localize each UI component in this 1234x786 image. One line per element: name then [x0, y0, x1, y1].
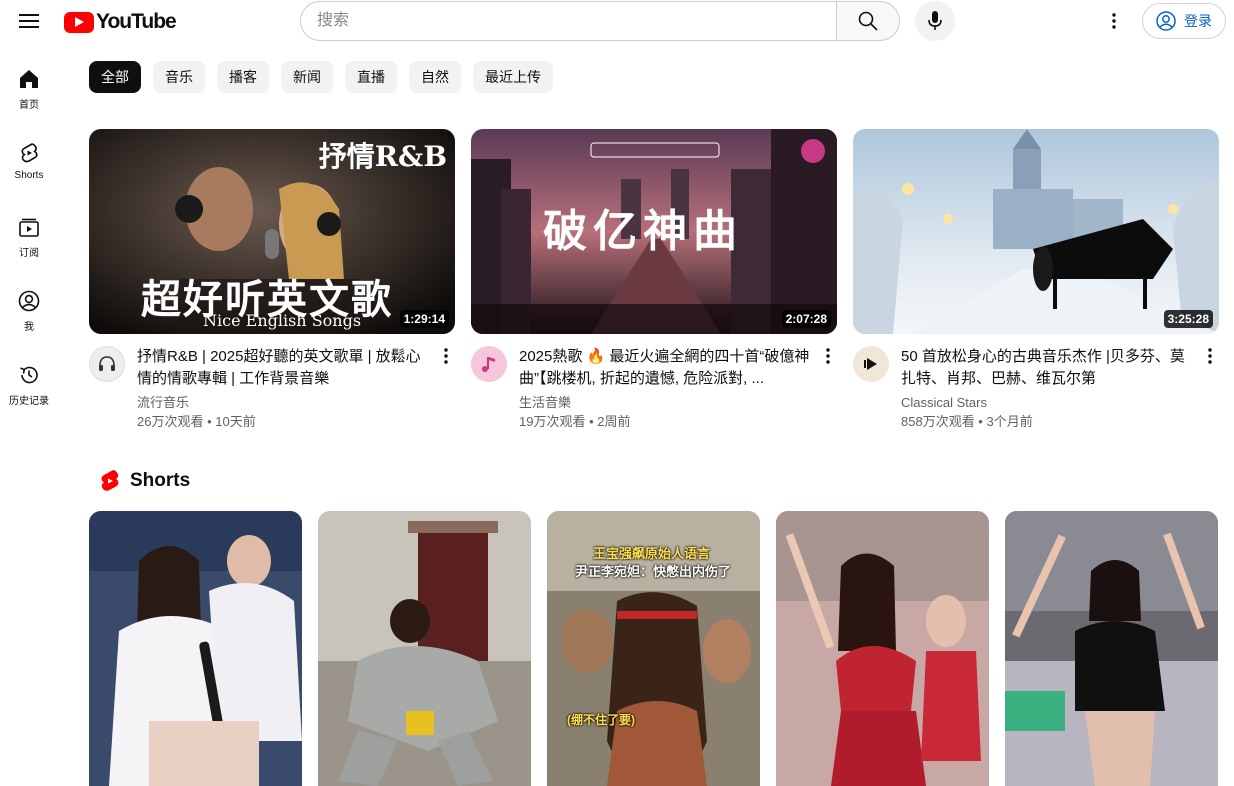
channel-name[interactable]: Classical Stars: [901, 394, 1197, 412]
video-meta: 858万次观看 • 3个月前: [901, 414, 1033, 429]
short-card[interactable]: [318, 511, 531, 786]
search-bar: [300, 1, 900, 41]
video-title[interactable]: 50 首放松身心的古典音乐杰作 |贝多芬、莫扎特、肖邦、巴赫、维瓦尔第: [901, 346, 1197, 390]
settings-more-button[interactable]: [1100, 5, 1128, 37]
account-icon: [18, 290, 40, 312]
signin-label: 登录: [1184, 13, 1212, 29]
hamburger-icon: [19, 14, 39, 28]
video-duration: 1:29:14: [399, 310, 449, 328]
video-duration: 3:25:28: [1163, 310, 1213, 328]
voice-search-button[interactable]: [915, 1, 955, 41]
search-icon: [858, 11, 878, 31]
shorts-section-title: Shorts: [130, 470, 191, 491]
youtube-play-icon: [64, 11, 94, 33]
short-card[interactable]: 王宝强飙原始人语言 尹正李宛妲：快憋出内伤了 (绷不住了要): [547, 511, 760, 786]
youtube-logo[interactable]: YouTube: [64, 10, 177, 34]
category-chips: 全部 音乐 播客 新闻 直播 自然 最近上传: [89, 61, 553, 93]
video-card[interactable]: 抒情R&B 超好听英文歌 Nice English Songs 1:29:14 …: [89, 129, 455, 432]
shorts-logo-icon: [101, 470, 119, 491]
video-card[interactable]: 3:25:28 50 首放松身心的古典音乐杰作 |贝多芬、莫扎特、肖邦、巴赫、维…: [853, 129, 1219, 432]
video-duration: 2:07:28: [781, 310, 831, 328]
more-vertical-icon: [1112, 13, 1116, 29]
top-bar: YouTube 登录: [0, 0, 1234, 42]
sidebar-item-home[interactable]: 首页: [0, 60, 58, 134]
search-button[interactable]: [837, 1, 900, 41]
channel-avatar[interactable]: [471, 346, 507, 382]
short-card[interactable]: [776, 511, 989, 786]
play-arrow-icon: [864, 358, 877, 370]
short-caption-2: 尹正李宛妲：快憋出内伤了: [575, 564, 732, 579]
chip-nature[interactable]: 自然: [409, 61, 461, 93]
microphone-icon: [928, 11, 942, 30]
thumbnail-text-sub: Nice English Songs: [203, 311, 362, 330]
sidebar: 首页 Shorts 订阅 我 历史记录: [0, 60, 58, 430]
video-thumbnail[interactable]: 3:25:28: [853, 129, 1219, 334]
video-menu-button[interactable]: [1201, 346, 1219, 366]
more-vertical-icon: [444, 348, 448, 364]
logo-text: YouTube: [96, 10, 177, 33]
headphones-icon: [99, 356, 115, 371]
video-card[interactable]: 破亿神曲 2:07:28 2025熱歌 🔥 最近火遍全網的四十首“破億神曲”【跳…: [471, 129, 837, 432]
sidebar-item-shorts[interactable]: Shorts: [0, 134, 58, 208]
chip-news[interactable]: 新闻: [281, 61, 333, 93]
video-meta: 26万次观看 • 10天前: [137, 414, 256, 429]
video-thumbnail[interactable]: 破亿神曲 2:07:28: [471, 129, 837, 334]
more-vertical-icon: [1208, 348, 1212, 364]
short-card[interactable]: [89, 511, 302, 786]
music-note-icon: [482, 357, 495, 372]
search-input[interactable]: [300, 1, 837, 41]
sidebar-item-label: 历史记录: [9, 396, 49, 407]
chip-all[interactable]: 全部: [89, 61, 141, 93]
sidebar-item-label: Shorts: [14, 170, 44, 181]
video-menu-button[interactable]: [819, 346, 837, 366]
chip-live[interactable]: 直播: [345, 61, 397, 93]
more-vertical-icon: [826, 348, 830, 364]
short-caption-3: (绷不住了要): [567, 713, 635, 727]
account-circle-icon: [1156, 11, 1176, 31]
shorts-section-header: Shorts: [100, 469, 190, 493]
channel-avatar[interactable]: [853, 346, 889, 382]
sidebar-item-label: 首页: [19, 100, 39, 111]
sidebar-item-label: 订阅: [19, 248, 39, 259]
sidebar-item-label: 我: [24, 322, 34, 333]
sidebar-item-subscriptions[interactable]: 订阅: [0, 208, 58, 282]
chip-music[interactable]: 音乐: [153, 61, 205, 93]
chip-recently-uploaded[interactable]: 最近上传: [473, 61, 553, 93]
shorts-row: 王宝强飙原始人语言 尹正李宛妲：快憋出内伤了 (绷不住了要): [89, 511, 1218, 786]
channel-name[interactable]: 流行音乐: [137, 394, 433, 412]
channel-avatar[interactable]: [89, 346, 125, 382]
channel-name[interactable]: 生活音樂: [519, 394, 815, 412]
video-menu-button[interactable]: [437, 346, 455, 366]
shorts-icon: [21, 143, 38, 163]
video-meta: 19万次观看 • 2周前: [519, 414, 631, 429]
history-icon: [20, 366, 38, 384]
menu-button[interactable]: [12, 4, 46, 38]
video-thumbnail[interactable]: 抒情R&B 超好听英文歌 Nice English Songs 1:29:14: [89, 129, 455, 334]
signin-button[interactable]: 登录: [1142, 3, 1226, 39]
short-card[interactable]: [1005, 511, 1218, 786]
short-caption-1: 王宝强飙原始人语言: [593, 546, 711, 561]
home-icon: [20, 70, 38, 88]
video-title[interactable]: 抒情R&B | 2025超好聽的英文歌單 | 放鬆心情的情歌專輯 | 工作背景音…: [137, 346, 433, 390]
thumbnail-text-main: 破亿神曲: [543, 206, 743, 257]
thumbnail-text-top: 抒情R&B: [318, 140, 447, 173]
subscriptions-icon: [19, 218, 39, 237]
sidebar-item-you[interactable]: 我: [0, 282, 58, 356]
video-title[interactable]: 2025熱歌 🔥 最近火遍全網的四十首“破億神曲”【跳楼机, 折起的遺憾, 危险…: [519, 346, 815, 390]
sidebar-item-history[interactable]: 历史记录: [0, 356, 58, 430]
video-grid: 抒情R&B 超好听英文歌 Nice English Songs 1:29:14 …: [89, 129, 1219, 432]
chip-podcasts[interactable]: 播客: [217, 61, 269, 93]
